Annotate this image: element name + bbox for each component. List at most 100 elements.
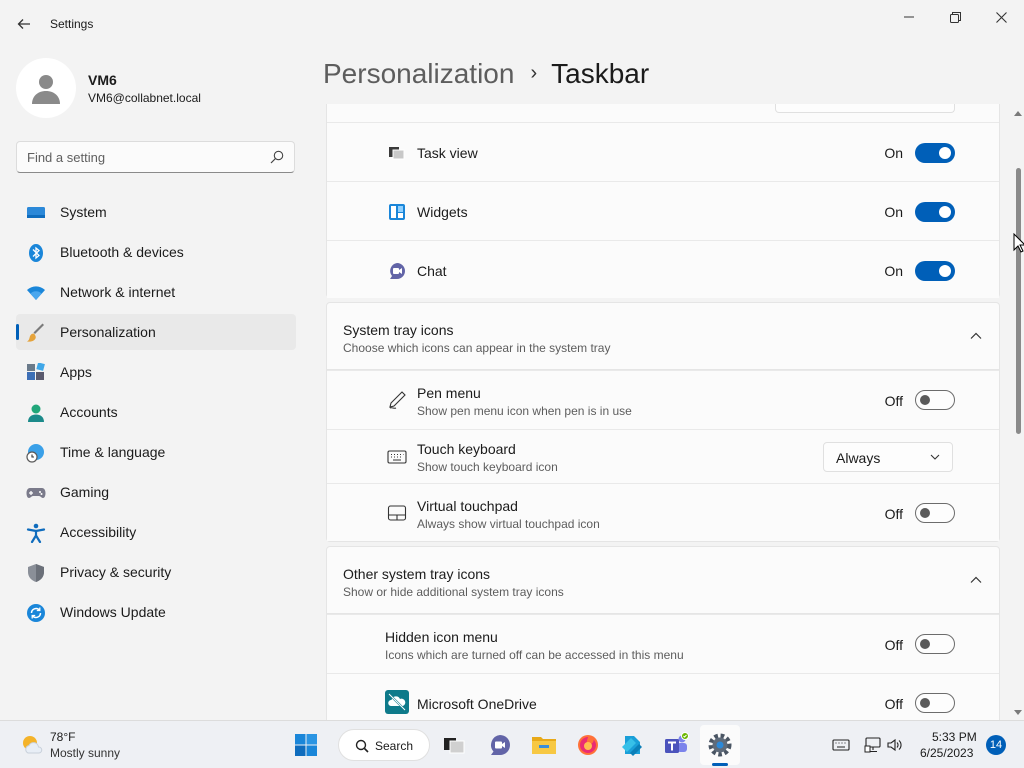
maximize-icon [949,11,961,23]
profile-name: VM6 [88,72,117,88]
title-bar: Settings [0,0,1024,48]
sidebar-item-network[interactable]: Network & internet [16,274,296,310]
sidebar-item-privacy[interactable]: Privacy & security [16,554,296,590]
onedrive-toggle[interactable] [915,693,955,713]
touch-keyboard-dropdown[interactable]: Always [823,442,953,472]
setting-row-touch-keyboard: Touch keyboard Show touch keyboard icon … [327,429,999,483]
hidden-icon-menu-toggle[interactable] [915,634,955,654]
sidebar-item-label: Time & language [60,444,166,460]
chevron-up-icon[interactable] [969,329,983,343]
pen-menu-toggle[interactable] [915,390,955,410]
weather-temperature[interactable]: 78°F [50,730,75,744]
setting-label: Touch keyboard [417,441,516,457]
settings-app-button[interactable] [706,731,734,759]
widgets-toggle[interactable] [915,202,955,222]
toggle-state-label: Off [884,637,903,653]
volume-icon[interactable] [886,736,904,754]
sidebar-item-time-language[interactable]: Time & language [16,434,296,470]
system-icon [27,207,45,218]
task-view-button[interactable] [440,731,468,759]
section-description: Show or hide additional system tray icon… [343,585,564,599]
chat-toggle[interactable] [915,261,955,281]
sidebar-item-personalization[interactable]: Personalization [16,314,296,350]
sidebar-item-label: Personalization [60,324,156,340]
taskbar-search[interactable]: Search [338,729,430,761]
setting-label: Hidden icon menu [385,629,498,645]
system-tray-card: Pen menu Show pen menu icon when pen is … [326,370,1000,542]
search-input[interactable] [27,148,257,166]
app-title: Settings [50,17,94,31]
page-title: Taskbar [551,58,650,89]
teams-chat-button[interactable] [486,731,514,759]
sidebar-item-label: Gaming [60,484,110,500]
toggle-state-label: On [884,263,903,279]
teams-button[interactable] [662,731,690,759]
minimize-button[interactable] [886,6,932,28]
start-button[interactable] [292,731,320,759]
accessibility-icon [26,523,46,543]
breadcrumb-separator-icon: › [530,62,538,84]
sidebar-item-system[interactable]: System [16,194,296,230]
settings-content: Task view On Widgets On Chat On System t… [326,104,1001,720]
setting-row-onedrive: Microsoft OneDrive Off [327,673,999,720]
other-tray-header[interactable]: Other system tray icons Show or hide add… [326,546,1000,614]
setting-row-widgets: Widgets On [327,181,999,240]
sidebar-item-windows-update[interactable]: Windows Update [16,594,296,630]
task-view-toggle[interactable] [915,143,955,163]
setting-row-virtual-touchpad: Virtual touchpad Always show virtual tou… [327,483,999,541]
gamepad-icon [26,488,46,498]
weather-sun-icon[interactable] [20,733,44,757]
setting-label: Virtual touchpad [417,498,518,514]
scroll-down-icon[interactable] [1014,708,1022,716]
firefox-button[interactable] [574,731,602,759]
sidebar-item-label: Privacy & security [60,564,172,580]
notification-badge[interactable]: 14 [986,735,1006,755]
firefox-icon [578,735,598,755]
azure-data-studio-button[interactable] [618,731,646,759]
mouse-cursor-icon [1013,233,1024,253]
network-icon[interactable] [864,736,882,754]
taskbar-search-label: Search [375,739,414,753]
sidebar-item-accessibility[interactable]: Accessibility [16,514,296,550]
brush-icon [27,323,44,342]
settings-search[interactable] [16,141,295,173]
section-description: Choose which icons can appear in the sys… [343,341,611,355]
onedrive-icon [385,690,409,714]
toggle-state-label: On [884,204,903,220]
close-button[interactable] [978,6,1024,28]
system-tray-header[interactable]: System tray icons Choose which icons can… [326,302,1000,370]
sidebar-item-gaming[interactable]: Gaming [16,474,296,510]
keyboard-icon [387,450,407,464]
chat-icon [390,263,405,279]
scroll-up-icon[interactable] [1014,110,1022,118]
keyboard-icon[interactable] [832,736,850,754]
clock-date[interactable]: 6/25/2023 [920,746,973,760]
sidebar-item-accounts[interactable]: Accounts [16,394,296,430]
search-dropdown-partial[interactable] [775,104,955,113]
weather-condition[interactable]: Mostly sunny [50,746,120,760]
profile-email: VM6@collabnet.local [88,91,201,105]
chevron-down-icon [930,454,940,460]
content-scrollbar[interactable] [1011,104,1024,720]
breadcrumb: Personalization › Taskbar [323,58,649,90]
user-icon [32,75,60,104]
minimize-icon [904,16,914,18]
virtual-touchpad-toggle[interactable] [915,503,955,523]
scrollbar-thumb[interactable] [1016,168,1021,434]
sidebar-item-label: Apps [60,364,92,380]
clock-time[interactable]: 5:33 PM [932,730,977,744]
start-icon [295,734,317,756]
maximize-button[interactable] [932,6,978,28]
widgets-icon [389,204,405,220]
breadcrumb-parent[interactable]: Personalization [323,58,514,89]
sidebar-item-bluetooth[interactable]: Bluetooth & devices [16,234,296,270]
chevron-up-icon[interactable] [969,573,983,587]
setting-label: Task view [417,145,478,161]
sidebar-item-label: System [60,204,107,220]
other-tray-card: Hidden icon menu Icons which are turned … [326,614,1000,720]
setting-label: Widgets [417,204,468,220]
file-explorer-button[interactable] [530,731,558,759]
back-button[interactable] [10,12,38,36]
search-icon[interactable] [270,150,284,164]
sidebar-item-apps[interactable]: Apps [16,354,296,390]
